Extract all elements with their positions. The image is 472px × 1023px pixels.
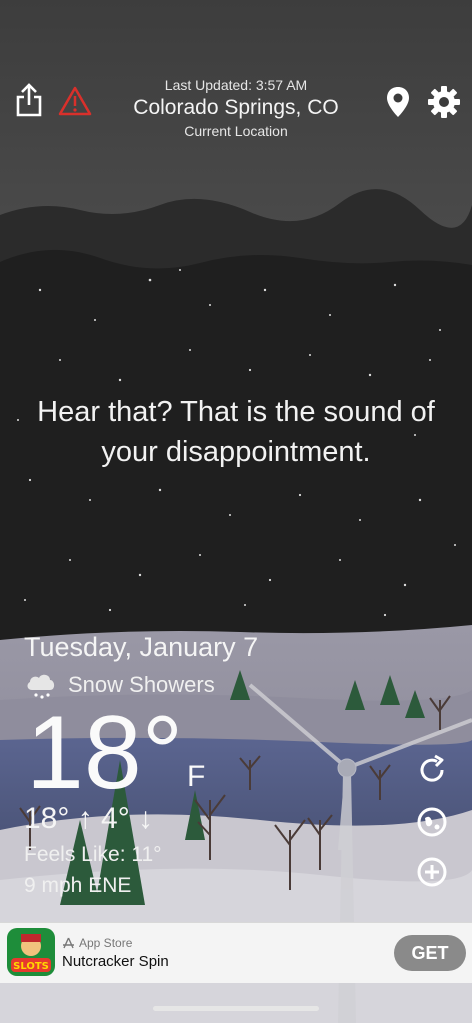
ad-icon-text: SLOTS — [13, 961, 49, 972]
radar-icon — [417, 807, 447, 837]
snarky-quote: Hear that? That is the sound of your dis… — [37, 396, 435, 468]
high-low-temperature: 18° ↑ 4° ↓ — [24, 802, 154, 835]
add-location-button[interactable] — [414, 854, 450, 890]
feels-like-label: Feels Like: 11° — [24, 843, 162, 866]
wind-label: 9 mph ENE — [24, 874, 132, 897]
ad-app-name: Nutcracker Spin — [62, 953, 169, 970]
get-button[interactable]: GET — [394, 935, 466, 971]
ad-store-label: App Store — [62, 936, 132, 950]
add-icon — [417, 857, 447, 887]
radar-button[interactable] — [414, 804, 450, 840]
location-pin-icon — [387, 87, 409, 117]
temperature-unit[interactable]: F — [187, 760, 205, 794]
app-store-icon — [63, 937, 74, 948]
refresh-icon — [420, 754, 444, 782]
refresh-button[interactable] — [414, 752, 450, 788]
ad-banner[interactable]: SLOTS App Store Nutcracker Spin GET — [0, 922, 472, 983]
weather-scene-background — [0, 0, 472, 1023]
temperature-value: 18° — [26, 695, 184, 811]
home-indicator[interactable] — [153, 1006, 319, 1011]
location-button[interactable] — [384, 84, 412, 120]
ad-store-text: App Store — [79, 936, 133, 950]
ad-app-icon[interactable]: SLOTS — [7, 928, 55, 976]
date-label: Tuesday, January 7 — [24, 632, 259, 662]
current-location-label: Current Location — [184, 123, 288, 139]
settings-button[interactable] — [426, 84, 462, 120]
gear-icon — [428, 86, 460, 118]
